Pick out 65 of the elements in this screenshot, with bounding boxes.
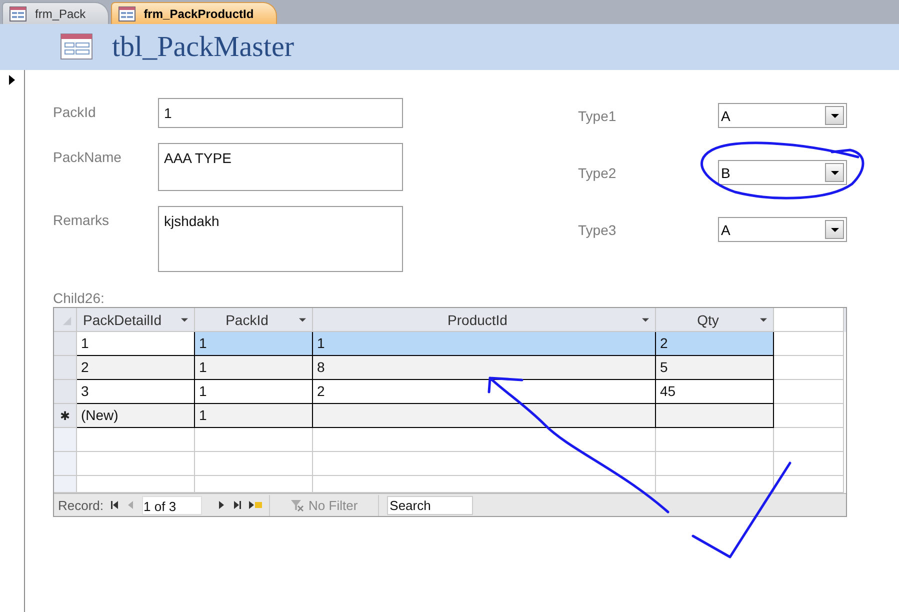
table-cell[interactable]: 1	[195, 332, 313, 356]
row-selector[interactable]: ✱	[54, 404, 77, 428]
record-label: Record:	[58, 498, 104, 512]
dropdown-arrow-icon[interactable]	[830, 112, 840, 118]
dropdown-arrow-icon[interactable]	[760, 318, 767, 322]
text-field[interactable]: kjshdakh	[158, 206, 403, 272]
text-field[interactable]: AAA TYPE	[158, 143, 403, 191]
row-selector[interactable]	[54, 356, 77, 380]
row-selector[interactable]	[54, 428, 77, 452]
form-tab[interactable]: frm_Pack	[2, 2, 109, 24]
field-label: Type1	[578, 108, 618, 124]
new-record-icon[interactable]	[248, 500, 263, 510]
table-cell[interactable]: 1	[313, 332, 656, 356]
table-cell[interactable]	[313, 404, 656, 428]
filter-icon	[290, 498, 304, 512]
table-cell[interactable]: (New)	[77, 404, 195, 428]
table-cell[interactable]: 1	[77, 332, 195, 356]
last-record-icon[interactable]	[232, 500, 242, 510]
table-cell[interactable]: 2	[77, 356, 195, 380]
table-cell[interactable]: 2	[656, 332, 774, 356]
form-title: tbl_PackMaster	[112, 30, 294, 64]
table-cell[interactable]: 1	[195, 404, 313, 428]
text-field[interactable]: 1	[158, 98, 403, 128]
form-icon	[118, 6, 136, 22]
table-cell	[774, 428, 844, 452]
search-field[interactable]: Search	[386, 496, 473, 514]
dropdown-arrow-icon[interactable]	[299, 318, 306, 322]
field-label: Type2	[578, 164, 618, 180]
table-cell	[774, 332, 844, 356]
row-selector[interactable]	[54, 452, 77, 476]
table-cell	[774, 380, 844, 404]
form-tab[interactable]: frm_PackProductId	[110, 2, 277, 24]
table-cell[interactable]: 5	[656, 356, 774, 380]
row-selector[interactable]	[54, 380, 77, 404]
form-icon	[9, 6, 27, 22]
table-cell[interactable]	[656, 404, 774, 428]
combo-box[interactable]: A	[718, 103, 847, 128]
row-selector[interactable]	[54, 476, 77, 493]
row-selector[interactable]	[54, 332, 77, 356]
field-label: PackId	[53, 103, 97, 120]
table-cell	[774, 452, 844, 476]
table-cell[interactable]: 1	[195, 356, 313, 380]
table-cell[interactable]: 8	[313, 356, 656, 380]
first-record-icon[interactable]	[110, 500, 120, 510]
field-label: Type3	[578, 222, 618, 238]
new-record-marker: ✱	[60, 408, 70, 422]
field-label: Remarks	[53, 211, 110, 228]
dropdown-arrow-icon[interactable]	[181, 318, 188, 322]
field-label: PackName	[53, 148, 122, 165]
table-cell[interactable]: 1	[195, 380, 313, 404]
table-cell[interactable]: 45	[656, 380, 774, 404]
subform-label: Child26:	[53, 289, 106, 307]
table-cell	[774, 404, 844, 428]
column-header	[774, 308, 844, 332]
combo-box[interactable]: B	[718, 160, 847, 185]
table-cell[interactable]: 2	[313, 380, 656, 404]
form-icon	[60, 33, 94, 61]
table-cell[interactable]: 3	[77, 380, 195, 404]
record-number-field[interactable]: 1 of 3	[142, 496, 202, 514]
record-selector-icon[interactable]	[7, 74, 17, 86]
dropdown-arrow-icon[interactable]	[830, 170, 840, 176]
dropdown-arrow-icon[interactable]	[830, 226, 840, 232]
combo-box[interactable]: A	[718, 217, 847, 242]
table-cell	[774, 356, 844, 380]
dropdown-arrow-icon[interactable]	[642, 318, 649, 322]
